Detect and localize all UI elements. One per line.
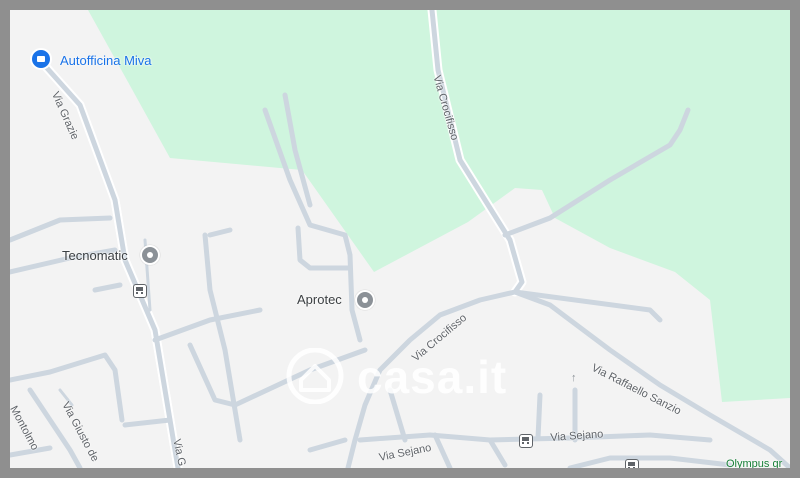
- place-pin-icon[interactable]: [355, 290, 375, 310]
- map-canvas[interactable]: casa.it Autofficina Miva Tecnomatic Apro…: [10, 10, 790, 468]
- bus-stop-icon[interactable]: [625, 459, 639, 468]
- poi-olympus[interactable]: Olympus gr: [726, 458, 782, 468]
- car-repair-icon[interactable]: [30, 48, 52, 70]
- place-pin-icon[interactable]: [140, 245, 160, 265]
- bus-stop-icon[interactable]: [133, 284, 147, 298]
- casa-watermark: casa.it: [285, 348, 535, 408]
- poi-aprotec[interactable]: Aprotec: [297, 292, 342, 307]
- poi-tecnomatic[interactable]: Tecnomatic: [62, 248, 128, 263]
- bus-stop-icon[interactable]: [519, 434, 533, 448]
- map-frame: casa.it Autofficina Miva Tecnomatic Apro…: [0, 0, 800, 478]
- house-logo-icon: [286, 348, 344, 404]
- poi-autofficina-miva[interactable]: Autofficina Miva: [60, 53, 152, 68]
- one-way-arrow-icon: ↑: [571, 372, 577, 384]
- watermark-text: casa.it: [357, 351, 508, 403]
